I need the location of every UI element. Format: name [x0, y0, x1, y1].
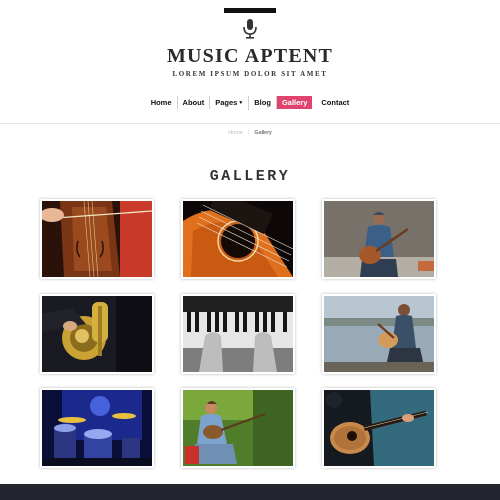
site-title[interactable]: MUSIC APTENT	[0, 45, 500, 68]
gallery-item-cello[interactable]	[40, 199, 154, 279]
nav-home[interactable]: Home	[146, 96, 178, 110]
header-divider	[0, 123, 500, 124]
gallery-grid	[40, 199, 436, 471]
gallery-item-guitarist-blue[interactable]	[322, 388, 436, 468]
drummer-on-stage-photo	[42, 390, 152, 466]
gallery-item-guitarist-wall[interactable]	[322, 199, 436, 279]
breadcrumb-current: Gallery	[254, 130, 272, 136]
nav-contact[interactable]: Contact	[316, 96, 354, 109]
guitarist-blue-background-photo	[324, 390, 434, 466]
footer-bar	[0, 484, 500, 500]
site-tagline: LOREM IPSUM DOLOR SIT AMET	[172, 70, 328, 78]
nav-pages[interactable]: Pages▼	[210, 96, 250, 110]
gallery-item-guitarist-lake[interactable]	[322, 294, 436, 374]
microphone-icon	[243, 19, 257, 39]
gallery-item-mandolin[interactable]	[181, 388, 295, 468]
caret-down-icon: ▼	[238, 99, 244, 106]
top-accent-bar	[224, 8, 276, 13]
nav-pages-label: Pages	[215, 98, 238, 107]
gallery-item-drummer[interactable]	[40, 388, 154, 468]
breadcrumb-separator: /	[247, 130, 250, 136]
nav-gallery[interactable]: Gallery	[276, 96, 313, 110]
nav-about[interactable]: About	[178, 96, 211, 110]
gallery-item-piano[interactable]	[181, 294, 295, 374]
gallery-item-guitar-closeup[interactable]	[181, 199, 295, 279]
acoustic-guitar-closeup-photo	[183, 201, 293, 277]
page-title: GALLERY	[209, 168, 291, 185]
breadcrumb-home[interactable]: Home	[228, 130, 243, 136]
breadcrumb: Home / Gallery	[0, 130, 500, 136]
nav-blog[interactable]: Blog	[249, 96, 277, 110]
guitarist-by-lake-photo	[324, 296, 434, 372]
guitarist-by-stone-wall-photo	[324, 201, 434, 277]
cello-photo	[42, 201, 152, 277]
piano-keys-photo	[183, 296, 293, 372]
woman-with-mandolin-photo	[183, 390, 293, 466]
tuba-player-photo	[42, 296, 152, 372]
gallery-item-tuba[interactable]	[40, 294, 154, 374]
main-nav: Home About Pages▼ Blog Gallery Contact	[0, 96, 500, 110]
